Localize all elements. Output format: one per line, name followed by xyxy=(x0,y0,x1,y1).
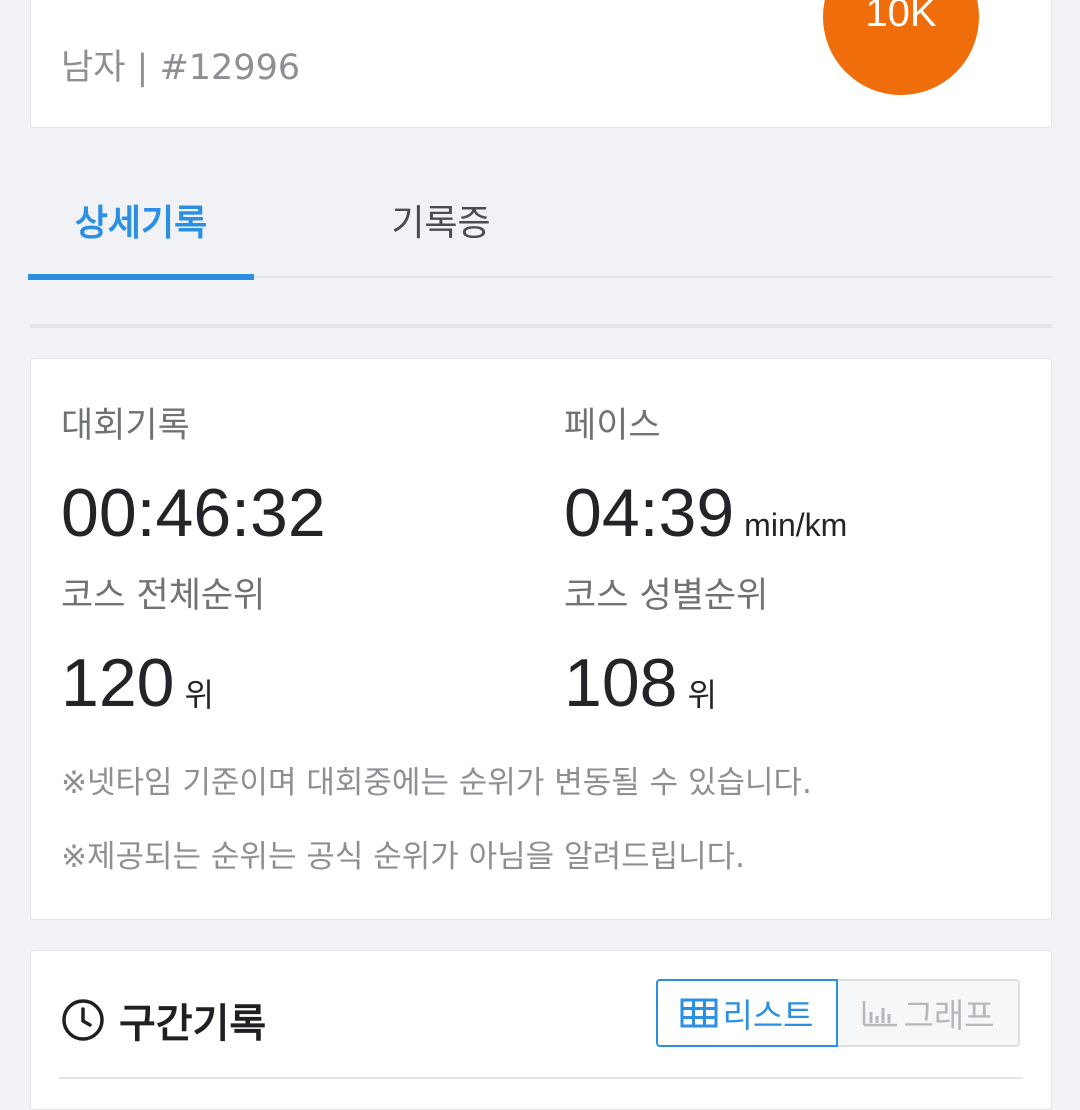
course-badge-label: 10K xyxy=(865,0,937,35)
gender-rank-label: 코스 성별순위 xyxy=(564,576,769,616)
overall-rank-stat: 120 위 xyxy=(61,649,214,717)
active-tab-indicator xyxy=(28,274,254,280)
tabs-divider xyxy=(254,276,1052,278)
course-badge: 10K xyxy=(823,0,979,95)
unofficial-rank-notice: ※제공되는 순위는 공식 순위가 아님을 알려드립니다. xyxy=(61,839,746,875)
overall-rank-unit: 위 xyxy=(184,677,214,713)
pace-unit: min/km xyxy=(744,507,848,543)
list-view-button[interactable]: 리스트 xyxy=(656,979,838,1047)
segment-records-card: 구간기록 리스트 그래프 xyxy=(30,950,1052,1110)
net-time-notice: ※넷타임 기준이며 대회중에는 순위가 변동될 수 있습니다. xyxy=(61,765,812,801)
finish-time-label: 대회기록 xyxy=(61,406,190,446)
segment-records-title: 구간기록 xyxy=(119,1001,267,1047)
runner-gender-bib: 남자 | #12996 xyxy=(61,48,301,88)
table-icon xyxy=(680,998,718,1028)
finish-time-value: 00:46:32 xyxy=(61,475,326,551)
pace-label: 페이스 xyxy=(564,406,661,446)
record-tabs: 상세기록 기록증 xyxy=(28,168,1052,280)
segment-view-toggle: 리스트 그래프 xyxy=(656,979,1020,1047)
bar-chart-icon xyxy=(863,1001,898,1027)
gender-rank-unit: 위 xyxy=(687,677,717,713)
list-view-label: 리스트 xyxy=(722,996,814,1035)
tab-detailed-record[interactable]: 상세기록 xyxy=(28,168,254,272)
overall-rank-value: 120 xyxy=(61,645,175,721)
pace-stat: 04:39 min/km xyxy=(564,479,847,547)
tab-record-certificate[interactable]: 기록증 xyxy=(328,168,554,272)
graph-view-button[interactable]: 그래프 xyxy=(838,979,1020,1047)
record-summary-card: 대회기록 00:46:32 페이스 04:39 min/km 코스 전체순위 12… xyxy=(30,358,1052,920)
segment-table-border xyxy=(59,1077,1023,1079)
clock-icon xyxy=(62,999,104,1041)
pace-value: 04:39 xyxy=(564,475,735,551)
runner-profile-card: 남자 | #12996 10K xyxy=(30,0,1052,128)
gender-rank-stat: 108 위 xyxy=(564,649,717,717)
segment-records-header: 구간기록 xyxy=(61,991,266,1049)
overall-rank-label: 코스 전체순위 xyxy=(61,576,266,616)
graph-view-label: 그래프 xyxy=(903,996,995,1035)
section-divider xyxy=(30,324,1052,328)
gender-rank-value: 108 xyxy=(564,645,678,721)
